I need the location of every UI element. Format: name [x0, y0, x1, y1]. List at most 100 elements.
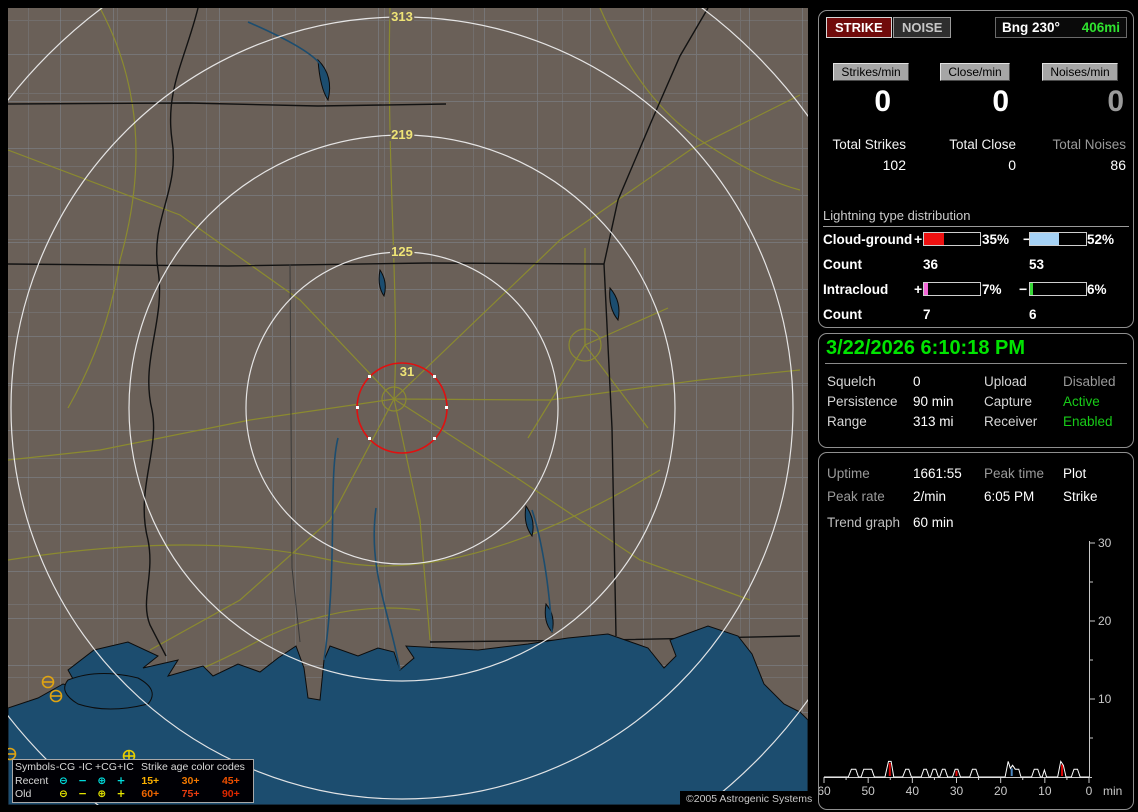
ic-minus-count: 6: [1029, 307, 1037, 322]
squelch-value: 0: [913, 374, 921, 389]
legend-col-pos-cg: +CG: [95, 761, 117, 773]
capture-status: Active: [1063, 394, 1100, 409]
total-close-label: Total Close: [949, 137, 1016, 152]
strike-toggle-button[interactable]: STRIKE: [826, 17, 892, 38]
svg-text:min: min: [1103, 784, 1122, 798]
peak-time-value: 6:05 PM: [984, 489, 1035, 504]
age-45: 45+: [221, 774, 240, 787]
map-legend: Symbols -CG -IC +CG +IC Strike age color…: [12, 759, 254, 803]
ic-plus-count: 7: [923, 307, 931, 322]
status-panel: 3/22/2026 6:10:18 PM Squelch 0 Upload Di…: [818, 333, 1134, 448]
cg-minus-bar-fill: [1030, 233, 1060, 245]
count-label: Count: [823, 307, 862, 322]
cg-plus-bar: [923, 232, 981, 246]
age-60: 60+: [141, 788, 160, 800]
neg-ic-recent-icon: −: [78, 774, 88, 787]
trend-chart: 60 50 40 30 20 10 0 min 10 20 30: [819, 537, 1122, 798]
total-strikes-value: 102: [882, 157, 906, 173]
cloud-ground-row: Cloud-ground + 35% − 52%: [823, 227, 1129, 251]
neg-ic-old-icon: −: [78, 788, 88, 800]
datetime-display: 3/22/2026 6:10:18 PM: [826, 337, 1026, 359]
rate-values-row: 0 0 0: [823, 85, 1129, 119]
legend-recent-row: Recent ⊖ − ⊕ + 15+ 30+ 45+: [15, 775, 251, 789]
ic-minus-bar-fill: [1030, 283, 1034, 295]
plot-mode-value: Strike: [1063, 489, 1098, 504]
peak-time-label: Peak time: [984, 466, 1045, 481]
ring-label-219: 219: [391, 127, 413, 142]
minus-sign: −: [1019, 281, 1028, 297]
ic-minus-bar: [1029, 282, 1087, 296]
pos-cg-recent-icon: ⊕: [97, 774, 107, 787]
age-75: 75+: [181, 788, 200, 800]
settings-row: Range 313 mi Receiver Enabled: [827, 412, 1125, 432]
copyright-text: ©2005 Astrogenic Systems: [680, 791, 814, 807]
svg-text:0: 0: [1086, 784, 1093, 798]
legend-old-label: Old: [15, 788, 32, 800]
total-values-row: 102 0 86: [823, 157, 1129, 173]
ring-label-313: 313: [391, 9, 413, 24]
intracloud-label: Intracloud: [823, 282, 889, 297]
close-per-min-badge[interactable]: Close/min: [940, 63, 1010, 81]
total-close-value: 0: [1008, 157, 1016, 173]
svg-text:60: 60: [819, 784, 831, 798]
cg-minus-pct: 52%: [1087, 232, 1115, 247]
ic-plus-pct: 7%: [982, 282, 1002, 297]
pos-ic-recent-icon: +: [116, 774, 126, 787]
trend-graph-window: 60 min: [913, 515, 954, 530]
range-value: 313 mi: [913, 414, 954, 429]
ic-plus-bar-fill: [924, 283, 928, 295]
svg-text:10: 10: [1038, 784, 1052, 798]
persistence-label: Persistence: [827, 394, 898, 409]
intracloud-count-row: Count 7 6: [823, 301, 1129, 327]
distribution-title: Lightning type distribution: [823, 208, 971, 223]
noises-per-min-badge[interactable]: Noises/min: [1042, 63, 1118, 81]
lightning-distribution-section: Lightning type distribution Cloud-ground…: [823, 208, 1129, 327]
strike-counters-panel: STRIKE NOISE Bng 230° 406mi Strikes/min …: [818, 10, 1134, 328]
rate-badges-row: Strikes/min Close/min Noises/min: [823, 63, 1129, 81]
legend-old-row: Old ⊖ − ⊕ + 60+ 75+ 90+: [15, 788, 251, 802]
cloud-ground-count-row: Count 36 53: [823, 251, 1129, 277]
nexstorm-window: { "toolbar": { "strike_label": "STRIKE",…: [0, 0, 1138, 812]
svg-text:20: 20: [1098, 614, 1112, 628]
bearing-value: Bng 230°: [1002, 20, 1060, 35]
lightning-map[interactable]: 313 219 125 31 Symbols -CG -IC +CG +IC S…: [8, 8, 814, 807]
age-30: 30+: [181, 774, 200, 787]
map-canvas: 313 219 125 31: [8, 8, 808, 805]
ring-label-31: 31: [400, 364, 414, 379]
upload-label: Upload: [984, 374, 1027, 389]
neg-cg-recent-icon: ⊖: [59, 774, 68, 787]
strikes-per-min-badge[interactable]: Strikes/min: [833, 63, 909, 81]
noises-per-min-value: 0: [1107, 85, 1124, 118]
svg-text:30: 30: [1098, 537, 1112, 550]
ic-plus-bar: [923, 282, 981, 296]
range-value: 406mi: [1081, 20, 1120, 35]
svg-text:20: 20: [994, 784, 1008, 798]
close-per-min-value: 0: [992, 85, 1009, 118]
noise-toggle-button[interactable]: NOISE: [893, 17, 952, 38]
legend-symbols-header: Symbols: [15, 761, 56, 773]
settings-row: Persistence 90 min Capture Active: [827, 392, 1125, 412]
svg-text:10: 10: [1098, 692, 1112, 706]
plus-sign: +: [914, 231, 923, 247]
cg-minus-bar: [1029, 232, 1087, 246]
range-label: Range: [827, 414, 867, 429]
cg-plus-bar-fill: [924, 233, 944, 245]
total-noises-value: 86: [1110, 157, 1126, 173]
neg-cg-old-icon: ⊖: [59, 788, 68, 800]
bearing-range-readout: Bng 230° 406mi: [995, 17, 1127, 38]
cg-minus-count: 53: [1029, 257, 1045, 272]
uptime-row: Uptime 1661:55 Peak time Plot: [827, 462, 1127, 485]
legend-col-pos-ic: +IC: [117, 761, 134, 773]
upload-status: Disabled: [1063, 374, 1116, 389]
age-15: 15+: [141, 774, 160, 787]
receiver-status: Enabled: [1063, 414, 1113, 429]
legend-header-row: Symbols -CG -IC +CG +IC Strike age color…: [15, 761, 251, 775]
pos-ic-old-icon: +: [116, 788, 126, 800]
squelch-label: Squelch: [827, 374, 876, 389]
settings-row: Squelch 0 Upload Disabled: [827, 372, 1125, 392]
uptime-value: 1661:55: [913, 466, 962, 481]
uptime-grid: Uptime 1661:55 Peak time Plot Peak rate …: [827, 462, 1127, 508]
total-noises-label: Total Noises: [1052, 137, 1126, 152]
total-strikes-label: Total Strikes: [832, 137, 906, 152]
uptime-label: Uptime: [827, 466, 870, 481]
